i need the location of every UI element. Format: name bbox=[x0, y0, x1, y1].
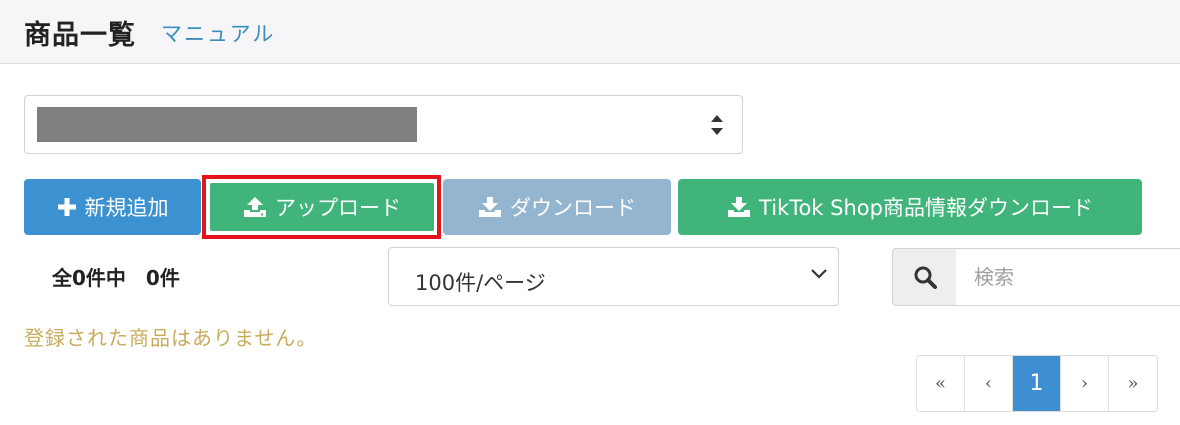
tiktok-download-label: TikTok Shop商品情報ダウンロード bbox=[759, 196, 1093, 220]
result-count: 全0件中 0件 bbox=[52, 266, 180, 290]
sort-updown-icon bbox=[711, 115, 723, 135]
pagination: « ‹ 1 › » bbox=[916, 355, 1158, 412]
search-input[interactable] bbox=[956, 248, 1180, 306]
plus-icon bbox=[57, 198, 76, 216]
last-page-button[interactable]: » bbox=[1109, 356, 1157, 411]
chevron-down-icon bbox=[811, 269, 827, 279]
upload-label: アップロード bbox=[275, 196, 401, 220]
page-title: 商品一覧 bbox=[24, 20, 136, 51]
redacted-store-name bbox=[37, 107, 417, 142]
page-header: 商品一覧 マニュアル bbox=[0, 0, 1180, 64]
download-icon bbox=[728, 197, 751, 217]
prev-page-button[interactable]: ‹ bbox=[965, 356, 1013, 411]
first-page-button[interactable]: « bbox=[917, 356, 965, 411]
add-new-label: 新規追加 bbox=[84, 196, 169, 220]
per-page-value: 100件/ページ bbox=[415, 271, 546, 295]
download-label: ダウンロード bbox=[510, 196, 636, 220]
search-group bbox=[892, 248, 1180, 306]
search-addon bbox=[892, 248, 957, 306]
per-page-select[interactable]: 100件/ページ bbox=[388, 247, 839, 306]
upload-icon bbox=[244, 197, 266, 217]
add-new-button[interactable]: 新規追加 bbox=[24, 179, 201, 235]
search-icon bbox=[914, 266, 937, 289]
download-button[interactable]: ダウンロード bbox=[443, 179, 671, 235]
store-select[interactable] bbox=[24, 95, 743, 154]
upload-button[interactable]: アップロード bbox=[210, 183, 434, 231]
current-page-button[interactable]: 1 bbox=[1013, 356, 1061, 411]
download-icon bbox=[479, 197, 501, 217]
empty-message: 登録された商品はありません。 bbox=[24, 326, 318, 350]
tiktok-download-button[interactable]: TikTok Shop商品情報ダウンロード bbox=[678, 179, 1142, 235]
manual-link[interactable]: マニュアル bbox=[161, 18, 275, 48]
next-page-button[interactable]: › bbox=[1061, 356, 1109, 411]
